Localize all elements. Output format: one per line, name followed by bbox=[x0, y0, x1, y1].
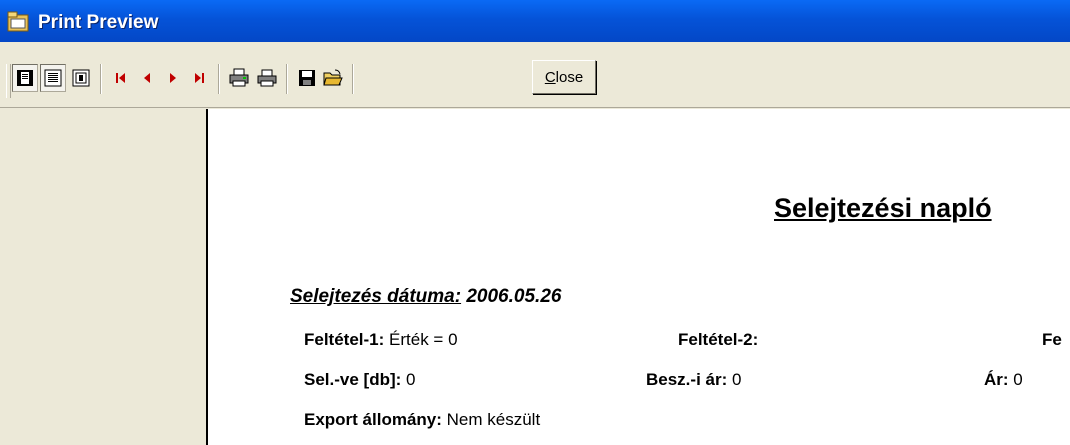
printer-setup-icon bbox=[229, 68, 249, 87]
previous-page-icon bbox=[144, 73, 150, 83]
condition-2-label: Feltétel-2: bbox=[678, 330, 759, 349]
export-file-value: Nem készült bbox=[446, 410, 541, 429]
first-page-button[interactable] bbox=[108, 64, 134, 92]
purchase-price-label: Besz.-i ár: bbox=[646, 370, 728, 389]
previous-page-button[interactable] bbox=[134, 64, 160, 92]
save-icon bbox=[299, 70, 315, 86]
export-file-field: Export állomány: Nem készült bbox=[304, 410, 540, 430]
toolbar-grip[interactable] bbox=[6, 64, 11, 98]
condition-1-label: Feltétel-1: bbox=[304, 330, 385, 349]
one-page-icon bbox=[17, 70, 33, 86]
condition-3-field: Fe bbox=[1042, 330, 1062, 350]
title-bar[interactable]: Print Preview bbox=[0, 0, 1070, 42]
print-icon bbox=[257, 69, 277, 87]
toolbar-separator bbox=[218, 64, 220, 94]
toolbar-separator bbox=[100, 64, 102, 94]
export-file-label: Export állomány: bbox=[304, 410, 442, 429]
close-label: lose bbox=[555, 68, 584, 86]
purchase-price-field: Besz.-i ár: 0 bbox=[646, 370, 741, 390]
close-button[interactable]: Close bbox=[532, 60, 596, 94]
condition-2-field: Feltétel-2: bbox=[678, 330, 758, 350]
two-page-icon bbox=[44, 69, 62, 87]
zoom-icon bbox=[72, 69, 90, 87]
next-page-button[interactable] bbox=[160, 64, 186, 92]
window-title: Print Preview bbox=[38, 12, 159, 33]
next-page-icon bbox=[170, 73, 176, 83]
discarded-count-field: Sel.-ve [db]: 0 bbox=[304, 370, 416, 390]
zoom-button[interactable] bbox=[68, 64, 94, 92]
two-page-button[interactable] bbox=[40, 64, 66, 92]
toolbar-separator bbox=[286, 64, 288, 94]
condition-3-label: Fe bbox=[1042, 330, 1062, 349]
open-folder-icon bbox=[323, 69, 343, 86]
date-label: Selejtezés dátuma: bbox=[290, 286, 462, 307]
price-field: Ár: 0 bbox=[984, 370, 1023, 390]
date-row: Selejtezés dátuma: 2006.05.26 bbox=[290, 286, 561, 308]
save-button[interactable] bbox=[294, 64, 320, 92]
discarded-count-label: Sel.-ve [db]: bbox=[304, 370, 402, 389]
first-page-icon bbox=[116, 73, 125, 83]
discarded-count-value: 0 bbox=[406, 370, 416, 389]
price-label: Ár: bbox=[984, 370, 1009, 389]
last-page-button[interactable] bbox=[186, 64, 212, 92]
date-value: 2006.05.26 bbox=[466, 286, 562, 307]
toolbar-separator bbox=[352, 64, 354, 94]
printer-setup-button[interactable] bbox=[226, 64, 252, 92]
app-icon bbox=[6, 9, 32, 35]
one-page-button[interactable] bbox=[12, 64, 38, 92]
condition-1-field: Feltétel-1: Érték = 0 bbox=[304, 330, 458, 350]
report-page: Selejtezési napló Selejtezés dátuma: 200… bbox=[206, 109, 1070, 445]
purchase-price-value: 0 bbox=[731, 370, 742, 389]
preview-area[interactable]: Selejtezési napló Selejtezés dátuma: 200… bbox=[0, 109, 1070, 445]
price-value: 0 bbox=[1013, 370, 1023, 389]
print-button[interactable] bbox=[254, 64, 280, 92]
condition-1-value: Érték = 0 bbox=[389, 330, 458, 349]
last-page-icon bbox=[195, 73, 204, 83]
toolbar: Close bbox=[0, 42, 1070, 108]
open-folder-button[interactable] bbox=[320, 64, 346, 92]
close-access-key: C bbox=[544, 68, 556, 86]
report-title: Selejtezési napló bbox=[774, 193, 992, 223]
